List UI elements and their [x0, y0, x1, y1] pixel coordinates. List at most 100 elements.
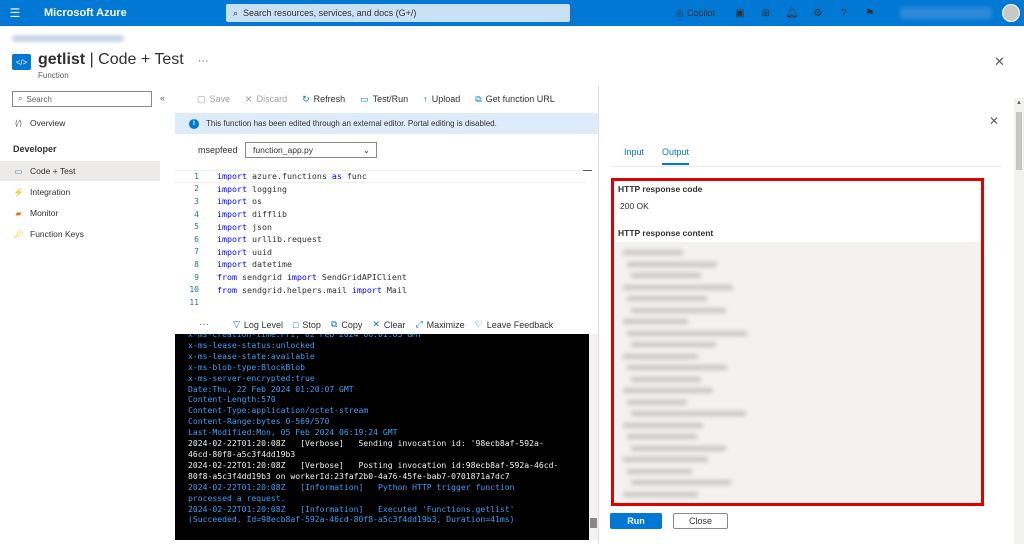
cloud-shell-icon[interactable]: ▣	[727, 8, 753, 19]
console-line: 80f8-a5c3f4dd19b3 on workerId:23faf2b0-4…	[188, 470, 510, 481]
account-name-redacted[interactable]	[900, 7, 992, 19]
code-text: json	[246, 221, 272, 232]
sidebar-item-overview[interactable]: ⟨⁄⟩ Overview	[0, 113, 160, 133]
leave-feedback-button[interactable]: ♡ Leave Feedback	[475, 319, 554, 330]
code-text: sendgrid	[236, 272, 287, 283]
close-blade-icon[interactable]: ✕	[994, 54, 1005, 70]
sidebar-item-integration[interactable]: ⚡ Integration	[0, 182, 160, 202]
log-more-button[interactable]: ···	[199, 319, 209, 330]
copilot-button[interactable]: ◎ Copilot	[676, 8, 715, 19]
more-options-button[interactable]: ···	[198, 55, 209, 67]
console-scroll-thumb[interactable]	[590, 518, 597, 528]
copy-button[interactable]: ⧉ Copy	[331, 319, 362, 330]
nav-search-placeholder: Search	[26, 94, 52, 104]
console-line: 2024-02-22T01:20:08Z [Information] Execu…	[188, 503, 515, 514]
console-line: processed a request.	[188, 492, 286, 503]
tabs-separator	[611, 166, 1001, 167]
console-scrollbar[interactable]	[589, 334, 598, 540]
page-title-row: </> getlist | Code + Test ···	[12, 51, 209, 70]
console-line: (Succeeded, Id=98ecb8af-592a-46cd-80f8-a…	[188, 514, 515, 525]
clear-button[interactable]: ✕ Clear	[372, 319, 405, 330]
function-code-icon: </>	[12, 54, 31, 70]
scroll-up-icon[interactable]: ▲	[1016, 100, 1022, 106]
upload-label: Upload	[431, 94, 461, 104]
stop-label: Stop	[302, 319, 321, 330]
code-line[interactable]: 5 import json	[175, 220, 272, 233]
code-line[interactable]: 9 from sendgrid import SendGridAPIClient	[175, 271, 407, 284]
avatar[interactable]	[1002, 4, 1020, 22]
panel-scrollbar[interactable]: ▲	[1014, 98, 1024, 544]
code-line[interactable]: 1 import azure.functions as func	[175, 170, 585, 183]
log-level-button[interactable]: ▽ Log Level	[233, 319, 283, 330]
breadcrumb[interactable]	[12, 35, 124, 42]
search-icon: ⌕	[18, 94, 23, 103]
maximize-button[interactable]: ⤢ Maximize	[415, 319, 464, 330]
notifications-bell-icon[interactable]: 🔔︎	[779, 8, 805, 19]
close-button[interactable]: Close	[673, 513, 728, 529]
settings-gear-icon[interactable]: ⚙	[805, 8, 831, 19]
sidebar-item-code-test[interactable]: ▭ Code + Test	[0, 161, 160, 181]
upload-button[interactable]: ↑ Upload	[423, 94, 460, 104]
code-text: urllib.request	[246, 234, 322, 245]
feedback-icon[interactable]: ⚑	[857, 8, 883, 19]
nav-section-developer: Developer	[13, 144, 57, 154]
code-line[interactable]: 7 import uuid	[175, 246, 272, 259]
highlight-box	[611, 178, 984, 506]
log-level-label: Log Level	[243, 319, 283, 330]
hamburger-menu-icon[interactable]: ☰	[0, 0, 30, 26]
code-text: os	[246, 196, 262, 207]
line-number: 6	[194, 234, 199, 244]
line-number: 3	[194, 196, 199, 206]
tab-output[interactable]: Output	[662, 147, 690, 165]
filter-icon: ▽	[233, 319, 240, 329]
code-keyword: import	[217, 259, 247, 270]
directory-filter-icon[interactable]: ⊞	[753, 8, 779, 19]
code-line[interactable]: 2 import logging	[175, 183, 287, 196]
stop-button[interactable]: □ Stop	[293, 320, 321, 330]
code-line[interactable]: 6 import urllib.request	[175, 233, 322, 246]
sidebar-item-function-keys[interactable]: 🔑︎ Function Keys	[0, 224, 160, 244]
code-keyword: from	[217, 272, 237, 283]
panel-scroll-thumb[interactable]	[1016, 112, 1022, 170]
nav-search-input[interactable]: ⌕ Search	[12, 91, 152, 107]
code-text: datetime	[246, 259, 292, 270]
run-button[interactable]: Run	[610, 513, 662, 529]
log-console[interactable]: x-ms-creation-time:Fri, 02 Feb 2024 06:0…	[175, 334, 589, 540]
code-line[interactable]: 11	[175, 296, 217, 309]
copilot-label: Copilot	[686, 8, 715, 18]
sidebar-item-label: Integration	[30, 187, 71, 197]
file-dropdown[interactable]: function_app.py ⌄	[245, 142, 377, 158]
code-text: Mail	[381, 284, 407, 295]
test-run-icon: ▭	[360, 93, 369, 104]
discard-button[interactable]: ✕ Discard	[245, 94, 287, 105]
page-title: getlist | Code + Test ···	[38, 51, 209, 69]
code-editor[interactable]: 1 import azure.functions as func 2 import l…	[175, 168, 598, 308]
pane-divider	[598, 86, 599, 544]
global-search-input[interactable]: ⌕ Search resources, services, and docs (…	[226, 4, 570, 22]
code-line[interactable]: 10 from sendgrid.helpers.mail import Mail	[175, 283, 407, 296]
code-text: logging	[246, 183, 287, 194]
brand-title[interactable]: Microsoft Azure	[44, 7, 226, 19]
console-line: 2024-02-22T01:20:08Z [Information] Pytho…	[188, 481, 515, 492]
sidebar-item-monitor[interactable]: ▰ Monitor	[0, 203, 160, 223]
test-run-button[interactable]: ▭ Test/Run	[360, 94, 408, 105]
code-line[interactable]: 3 import os	[175, 195, 262, 208]
chevron-down-icon: ⌄	[362, 144, 370, 155]
console-line: Content-Type:application/octet-stream	[188, 405, 369, 416]
save-button[interactable]: ▢ Save	[197, 94, 230, 105]
line-number: 8	[194, 259, 199, 269]
code-line[interactable]: 4 import difflib	[175, 208, 287, 221]
get-function-url-button[interactable]: ⧉ Get function URL	[475, 94, 554, 105]
help-icon[interactable]: ?	[831, 8, 857, 19]
refresh-button[interactable]: ↻ Refresh	[302, 94, 345, 105]
tab-input[interactable]: Input	[624, 147, 644, 165]
close-panel-icon[interactable]: ✕	[989, 114, 999, 128]
console-line: Date:Thu, 22 Feb 2024 01:20:07 GMT	[188, 383, 354, 394]
code-line[interactable]: 8 import datetime	[175, 258, 292, 271]
code-text: azure.functions	[246, 171, 332, 182]
code-text: SendGridAPIClient	[316, 272, 407, 283]
collapse-nav-button[interactable]: «	[160, 93, 165, 103]
search-icon: ⌕	[233, 7, 239, 18]
clear-label: Clear	[383, 319, 406, 330]
heart-icon: ♡	[474, 319, 483, 329]
